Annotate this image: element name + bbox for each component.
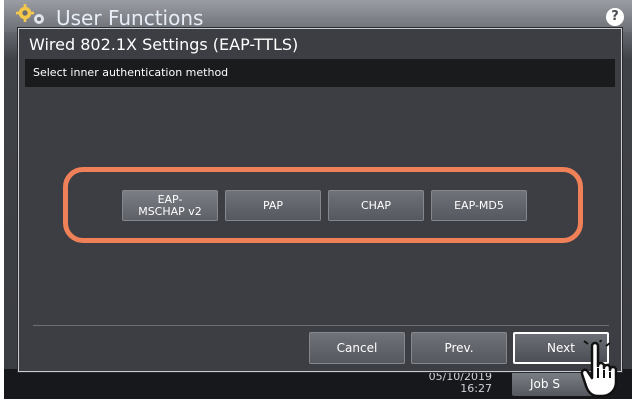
option-eap-md5-button[interactable]: EAP-MD5 (431, 190, 527, 221)
option-label: EAP-MD5 (454, 198, 504, 212)
small-gear-icon (34, 14, 44, 24)
option-eap-mschap-v2-button[interactable]: EAP-MSCHAP v2 (122, 190, 218, 221)
prev-button[interactable]: Prev. (411, 332, 507, 364)
divider (33, 325, 609, 326)
footer-time: 16:27 (460, 382, 492, 395)
instruction-text: Select inner authentication method (25, 59, 615, 87)
option-label: PAP (262, 198, 284, 212)
footer-datetime: 05/10/2019 16:27 (422, 371, 492, 395)
app-footer: 05/10/2019 16:27 Job S (4, 369, 632, 399)
option-label: CHAP (360, 198, 392, 212)
option-chap-button[interactable]: CHAP (328, 190, 424, 221)
cancel-button[interactable]: Cancel (309, 332, 405, 364)
app-title: User Functions (56, 6, 204, 30)
dialog-title: Wired 802.1X Settings (EAP-TTLS) (29, 35, 299, 54)
hand-pointer-icon (580, 340, 618, 398)
eap-ttls-dialog: Wired 802.1X Settings (EAP-TTLS) Select … (18, 28, 622, 372)
option-label: EAP-MSCHAP v2 (138, 192, 202, 218)
option-pap-button[interactable]: PAP (225, 190, 321, 221)
help-icon[interactable]: ? (606, 8, 624, 26)
